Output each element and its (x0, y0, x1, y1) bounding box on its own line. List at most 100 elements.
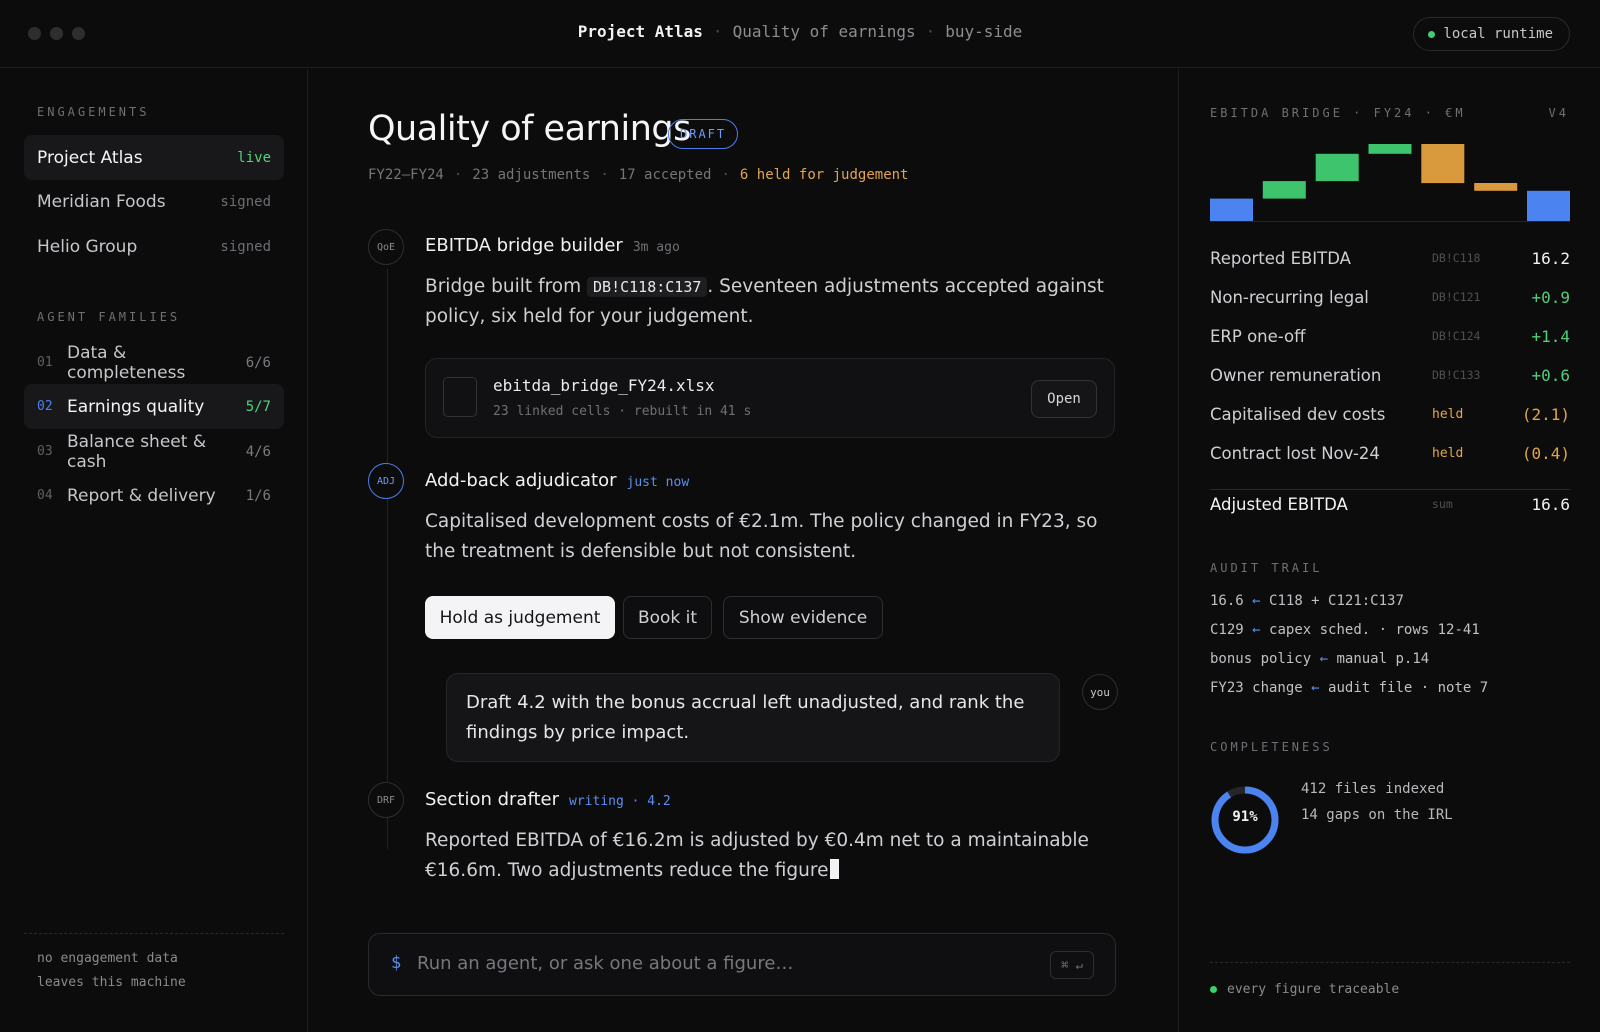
bridge-row-value: (2.1) (1521, 404, 1570, 424)
bridge-total-label: Adjusted EBITDA (1210, 494, 1348, 514)
family-number: 04 (37, 488, 53, 503)
bridge-bar-reported-ebitda[interactable] (1210, 198, 1253, 222)
chart-baseline (1210, 221, 1570, 222)
privacy-note: no engagement data leaves this machine (37, 947, 186, 995)
irl-gaps[interactable]: 14 gaps on the IRL (1301, 807, 1453, 823)
family-item-report-delivery[interactable]: 04 Report & delivery 1/6 (24, 473, 284, 518)
family-item-earnings-quality[interactable]: 02 Earnings quality 5/7 (24, 384, 284, 429)
runtime-pill[interactable]: local runtime (1413, 17, 1570, 51)
bridge-bar-owner-remuneration[interactable] (1368, 144, 1412, 154)
bridge-bar-contract-lost-nov-24[interactable] (1474, 183, 1518, 191)
bridge-version: V4 (1548, 106, 1569, 120)
family-item-balance-sheet-cash[interactable]: 03 Balance sheet & cash 4/6 (24, 429, 284, 474)
family-item-data-completeness[interactable]: 01 Data & completeness 6/6 (24, 340, 284, 385)
right-divider (1210, 962, 1570, 963)
window-title: Project Atlas · Quality of earnings · buy-si… (577, 22, 1023, 41)
engagement-item-helio-group[interactable]: Helio Group signed (24, 224, 284, 269)
audit-line[interactable]: 16.6 ← C118 + C121:C137 (1210, 593, 1404, 609)
family-number: 03 (37, 444, 53, 459)
event-body: Capitalised development costs of €2.1m. … (425, 511, 1098, 562)
bridge-row-label: Owner remuneration (1210, 365, 1382, 385)
submit-shortcut[interactable]: ⌘ ↵ (1050, 951, 1094, 979)
event-time: just now (626, 475, 690, 490)
held-tag: held (1432, 445, 1464, 461)
bridge-row[interactable]: Contract lost Nov-24 held (0.4) (1210, 438, 1570, 468)
engagement-item-project-atlas[interactable]: Project Atlas live (24, 135, 284, 180)
files-indexed: 412 files indexed (1301, 781, 1445, 797)
engagements-label: ENGAGEMENTS (37, 105, 150, 119)
bridge-bar-erp-one-off[interactable] (1315, 153, 1359, 182)
family-count: 6/6 (245, 354, 271, 371)
engagement-status: live (237, 149, 271, 166)
event-time: 3m ago (632, 240, 680, 255)
audit-line[interactable]: bonus policy ← manual p.14 (1210, 651, 1429, 667)
bridge-row[interactable]: Reported EBITDA DB!C118 16.2 (1210, 243, 1570, 273)
window-subtitle: Quality of earnings (732, 22, 916, 41)
completeness-percent: 91% (1232, 809, 1258, 825)
family-count: 4/6 (245, 443, 271, 460)
family-number: 02 (37, 399, 53, 414)
title-bar: Project Atlas · Quality of earnings · buy-si… (0, 0, 1600, 68)
audit-source: 16.6 (1210, 593, 1244, 609)
bridge-row-value: +0.9 (1531, 287, 1570, 307)
bridge-bar-capitalised-dev-costs[interactable] (1421, 144, 1465, 184)
file-card[interactable]: ebitda_bridge_FY24.xlsx 23 linked cells … (425, 358, 1115, 438)
meta-held[interactable]: 6 held for judgement (740, 167, 909, 183)
bridge-bar-adjusted-ebitda[interactable] (1527, 190, 1570, 222)
family-count: 1/6 (245, 487, 271, 504)
bridge-row-value: +1.4 (1531, 326, 1570, 346)
agent-badge-drf: DRF (368, 782, 404, 818)
main-panel: Quality of earnings DRAFT FY22–FY24 · 23 a… (309, 69, 1177, 1032)
family-name: Earnings quality (67, 396, 205, 417)
bridge-row-label: Reported EBITDA (1210, 248, 1351, 268)
meta-accepted: 17 accepted (618, 167, 712, 183)
privacy-note-line: no engagement data (37, 951, 178, 966)
cell-range-ref[interactable]: DB!C118:C137 (587, 277, 708, 297)
show-evidence-button[interactable]: Show evidence (723, 596, 883, 639)
audit-line[interactable]: FY23 change ← audit file · note 7 (1210, 680, 1488, 696)
audit-target: audit file · note 7 (1328, 680, 1489, 696)
privacy-note-line: leaves this machine (37, 975, 186, 990)
book-it-button[interactable]: Book it (623, 596, 712, 639)
status-dot-icon (1428, 30, 1436, 38)
bridge-row[interactable]: Owner remuneration DB!C133 +0.6 (1210, 360, 1570, 390)
bridge-row-value: +0.6 (1531, 365, 1570, 385)
command-placeholder[interactable]: Run an agent, or ask one about a figure… (417, 953, 793, 974)
agent-badge-qoe: QoE (368, 229, 404, 265)
bridge-row-label: Non-recurring legal (1210, 287, 1369, 307)
family-name: Report & delivery (67, 485, 216, 506)
engagement-status: signed (220, 193, 271, 210)
bridge-row[interactable]: Capitalised dev costs held (2.1) (1210, 399, 1570, 429)
page-title: Quality of earnings (368, 109, 691, 149)
family-number: 01 (37, 355, 53, 370)
sidebar-divider (24, 933, 284, 934)
engagement-status: signed (220, 238, 271, 255)
bridge-total-row[interactable]: Adjusted EBITDA sum 16.6 (1210, 489, 1570, 519)
file-icon (443, 377, 477, 417)
audit-source: C129 (1210, 622, 1244, 638)
bridge-row-label: Contract lost Nov-24 (1210, 443, 1380, 463)
engagement-item-meridian-foods[interactable]: Meridian Foods signed (24, 179, 284, 224)
event-title: EBITDA bridge builder 3m ago (425, 235, 680, 256)
right-panel: EBITDA BRIDGE · FY24 · €M V4 Reported EB… (1178, 69, 1600, 1032)
bridge-row-ref: DB!C118 (1432, 251, 1481, 265)
bridge-row[interactable]: ERP one-off DB!C124 +1.4 (1210, 321, 1570, 351)
typing-cursor (830, 859, 840, 879)
bridge-row-label: ERP one-off (1210, 326, 1306, 346)
hold-as-judgement-button[interactable]: Hold as judgement (425, 596, 615, 639)
window-side: buy-side (945, 22, 1023, 41)
page-meta: FY22–FY24 · 23 adjustments · 17 accepted · 6 h… (368, 167, 909, 183)
audit-line[interactable]: C129 ← capex sched. · rows 12-41 (1210, 622, 1480, 638)
traceability-footer: every figure traceable (1210, 982, 1399, 997)
sidebar: ENGAGEMENTS Project Atlas live Meridian … (0, 69, 308, 1032)
meta-period: FY22–FY24 (368, 167, 444, 183)
draft-badge: DRAFT (668, 119, 739, 149)
bridge-row[interactable]: Non-recurring legal DB!C121 +0.9 (1210, 282, 1570, 312)
open-file-button[interactable]: Open (1031, 380, 1097, 418)
traceability-text: every figure traceable (1227, 982, 1400, 997)
event-agent-name: EBITDA bridge builder (425, 235, 623, 256)
command-input[interactable]: $ Run an agent, or ask one about a figur… (368, 933, 1116, 996)
audit-target: capex sched. · rows 12-41 (1269, 622, 1480, 638)
bridge-bar-non-recurring-legal[interactable] (1262, 181, 1306, 199)
event-body-text: Bridge built from (425, 276, 582, 297)
